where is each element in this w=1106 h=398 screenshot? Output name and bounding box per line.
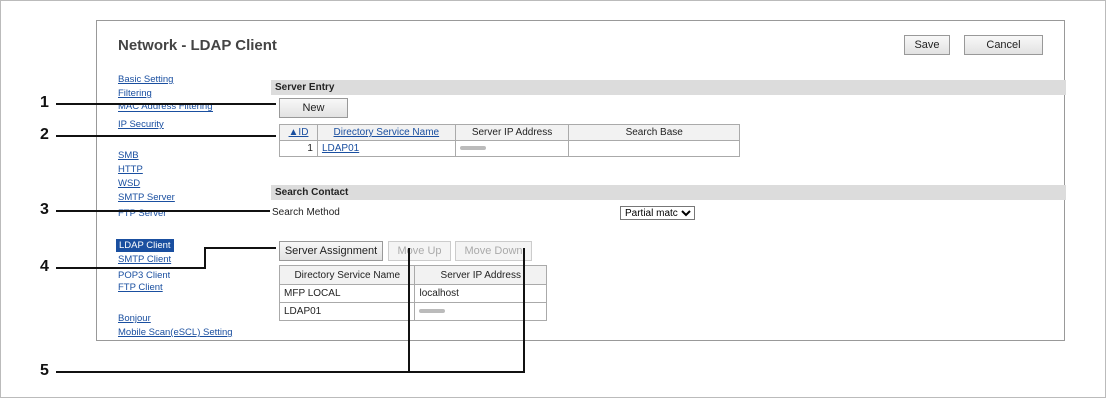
callout-4: 4 [40, 258, 49, 275]
callout-1: 1 [40, 94, 49, 111]
callout-5: 5 [40, 362, 49, 379]
callout-3: 3 [40, 201, 49, 218]
callout-2: 2 [40, 126, 49, 143]
callout-lines [56, 103, 525, 373]
